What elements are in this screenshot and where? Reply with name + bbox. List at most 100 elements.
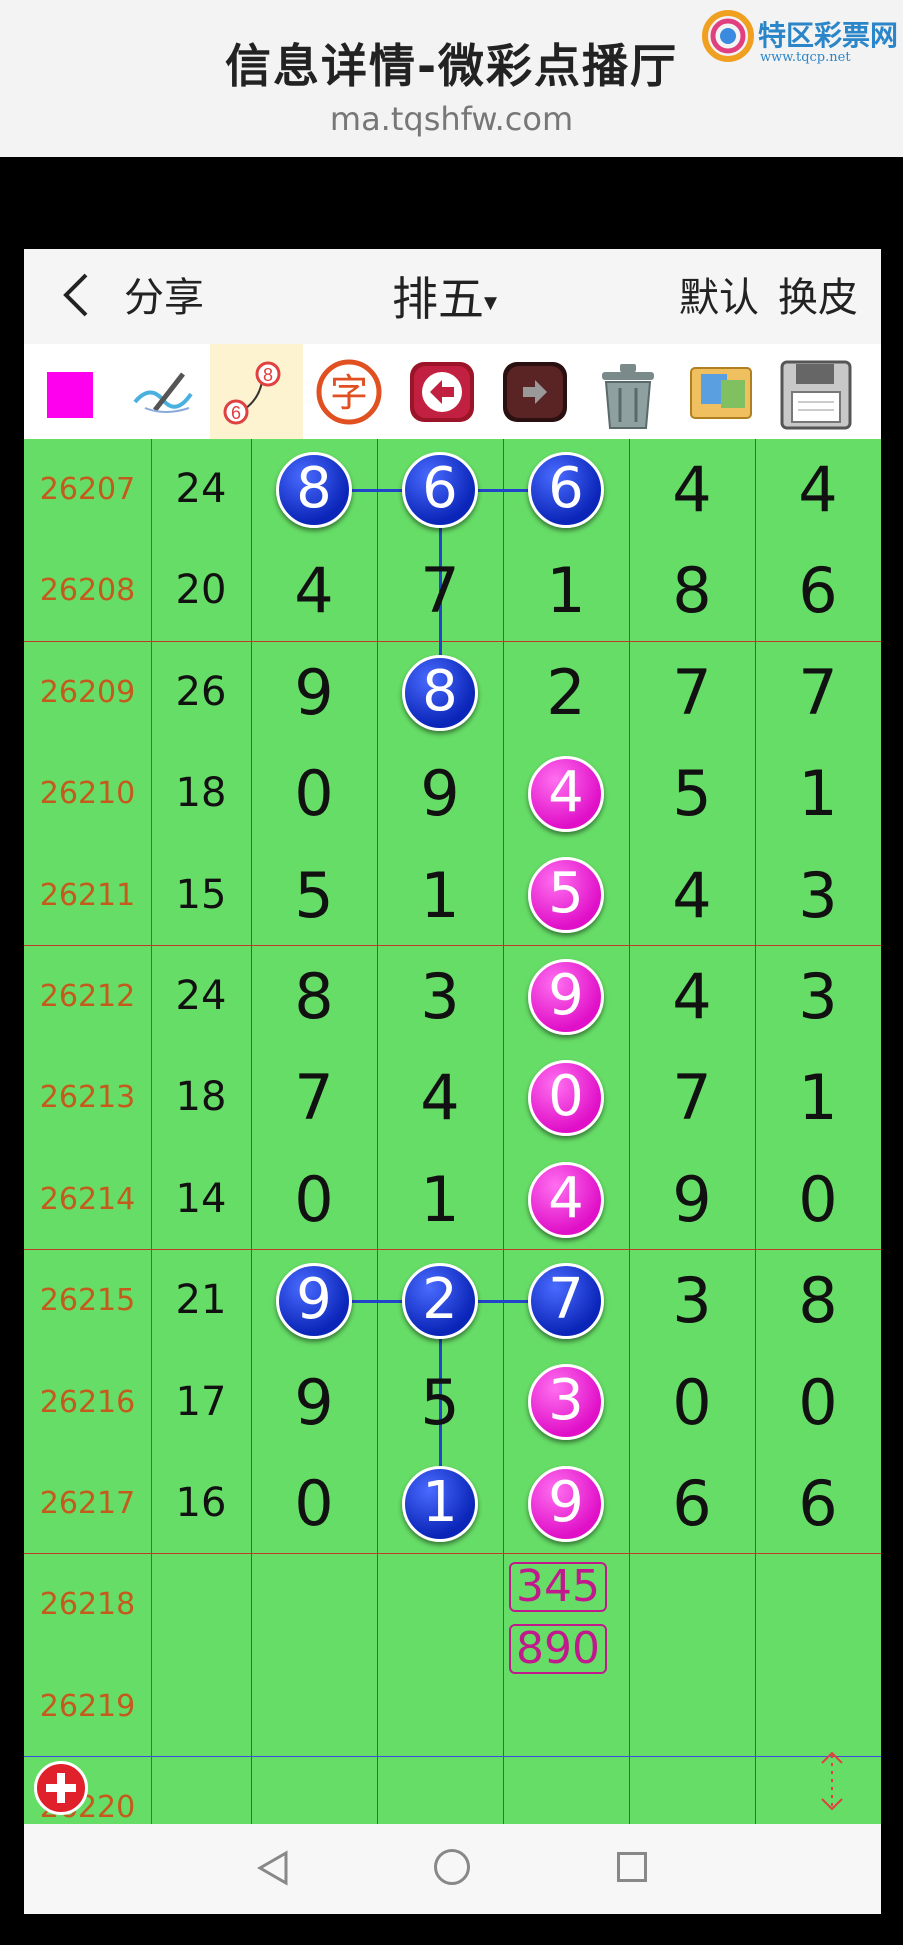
digit-cell[interactable]: 4	[629, 946, 755, 1047]
digit-cell[interactable]: 0	[251, 743, 377, 844]
digit-cell[interactable]: 7	[377, 540, 503, 641]
digit-cell[interactable]: 0	[755, 1149, 881, 1250]
sum-value: 26	[175, 668, 227, 715]
issue-number: 26209	[39, 674, 136, 710]
digit-cell[interactable]: 8	[755, 1250, 881, 1351]
digit-cell[interactable]: 1	[755, 1047, 881, 1148]
digit-cell[interactable]: 7	[629, 642, 755, 743]
issue-number: 26217	[39, 1486, 136, 1521]
marked-digit-ball[interactable]: 4	[528, 755, 604, 832]
digit-cell[interactable]: 5	[251, 845, 377, 946]
link-icon-label-8: 8	[263, 365, 273, 385]
digit-cell[interactable]: 0	[251, 1149, 377, 1250]
marked-digit-ball[interactable]: 1	[402, 1465, 478, 1542]
issue-number: 26212	[39, 979, 136, 1014]
sum-value: 18	[175, 1074, 227, 1121]
digit-cell[interactable]: 7	[629, 1047, 755, 1148]
chevron-left-icon[interactable]	[54, 267, 98, 323]
digit-cell[interactable]: 9	[377, 743, 503, 844]
digit-cell[interactable]: 5	[629, 743, 755, 844]
digit-cell[interactable]: 0	[629, 1352, 755, 1453]
save-button[interactable]	[768, 344, 861, 439]
digit-cell[interactable]: 6	[755, 1453, 881, 1554]
issue-number: 26219	[39, 1688, 136, 1724]
digit-cell[interactable]: 4	[629, 845, 755, 946]
digit-cell[interactable]: 7	[755, 642, 881, 743]
marked-digit-ball[interactable]: 8	[402, 654, 478, 731]
digit-cell[interactable]: 7	[251, 1047, 377, 1148]
marked-digit-ball[interactable]: 9	[528, 958, 604, 1035]
issue-number: 26210	[39, 776, 136, 812]
color-swatch-button[interactable]	[24, 344, 117, 439]
lottery-type-dropdown[interactable]: 排五▾	[392, 263, 497, 329]
digit-cell[interactable]: 1	[377, 1149, 503, 1250]
link-tool-button[interactable]: 8 6	[210, 344, 303, 439]
circle-home-icon[interactable]	[434, 1849, 470, 1885]
brand-swirl-icon	[702, 10, 754, 62]
resize-vertical-icon[interactable]	[814, 1749, 850, 1813]
digit-cell[interactable]: 8	[251, 946, 377, 1047]
marked-digit-ball[interactable]: 6	[402, 451, 478, 528]
digit-cell[interactable]: 6	[755, 540, 881, 641]
digit-cell[interactable]: 3	[629, 1250, 755, 1351]
change-skin-button[interactable]: 换皮	[778, 265, 858, 323]
square-recent-icon[interactable]	[617, 1852, 647, 1882]
marked-digit-ball[interactable]: 0	[528, 1060, 604, 1137]
digit-cell[interactable]: 3	[755, 845, 881, 946]
digit-cell[interactable]: 9	[251, 642, 377, 743]
prediction-box[interactable]: 345	[509, 1562, 607, 1613]
redo-button[interactable]	[489, 344, 582, 439]
page-url[interactable]: ma.tqshfw.com	[0, 100, 903, 138]
digit-cell[interactable]: 5	[377, 1352, 503, 1453]
digit-cell[interactable]: 0	[755, 1352, 881, 1453]
digit-cell[interactable]: 1	[503, 540, 629, 641]
brand-logo: 特区彩票网 www.tqcp.net	[702, 10, 898, 66]
digit-cell[interactable]: 6	[629, 1453, 755, 1554]
marked-digit-ball[interactable]: 6	[528, 451, 604, 528]
text-tool-button[interactable]: 字	[303, 344, 396, 439]
digit-cell[interactable]: 9	[251, 1352, 377, 1453]
lottery-trend-grid[interactable]: 26207 24 8 6 6 4 4 26208 20 4 7 1 8 6 26209 26 9 8 2 7 7 2621…	[24, 439, 881, 1824]
marked-digit-ball[interactable]: 8	[276, 451, 352, 528]
marked-digit-ball[interactable]: 7	[528, 1262, 604, 1339]
digit-cell[interactable]: 8	[629, 540, 755, 641]
app-screen: 分享 排五▾ 默认 换皮 8 6 字 26207 24 8 6 6 4 4 26…	[24, 249, 881, 1914]
digit-cell[interactable]: 3	[377, 946, 503, 1047]
marked-digit-ball[interactable]: 2	[402, 1262, 478, 1339]
marked-digit-ball[interactable]: 3	[528, 1364, 604, 1441]
marked-digit-ball[interactable]: 9	[276, 1262, 352, 1339]
sum-value: 21	[175, 1277, 227, 1324]
default-button[interactable]: 默认	[679, 265, 759, 323]
app-navbar: 分享 排五▾ 默认 换皮	[24, 249, 881, 344]
digit-cell[interactable]: 4	[377, 1047, 503, 1148]
digit-cell[interactable]: 4	[755, 439, 881, 540]
pen-tool-button[interactable]	[117, 344, 210, 439]
digit-cell[interactable]: 1	[377, 845, 503, 946]
gallery-button[interactable]	[675, 344, 768, 439]
issue-number: 26211	[39, 877, 136, 913]
triangle-back-icon[interactable]	[256, 1850, 290, 1886]
issue-number: 26208	[39, 573, 136, 609]
digit-cell[interactable]: 4	[251, 540, 377, 641]
clear-button[interactable]	[582, 344, 675, 439]
undo-button[interactable]	[396, 344, 489, 439]
grid-row-divider	[24, 1756, 881, 1758]
digit-cell[interactable]: 4	[629, 439, 755, 540]
digit-cell[interactable]: 2	[503, 642, 629, 743]
drawing-toolbar: 8 6 字	[24, 344, 881, 439]
marked-digit-ball[interactable]: 4	[528, 1161, 604, 1238]
digit-cell[interactable]: 3	[755, 946, 881, 1047]
digit-cell[interactable]: 0	[251, 1453, 377, 1554]
issue-number: 26213	[39, 1080, 136, 1116]
add-button[interactable]	[34, 1761, 88, 1815]
marked-digit-ball[interactable]: 9	[528, 1465, 604, 1542]
share-button[interactable]: 分享	[124, 265, 204, 323]
sum-value: 24	[175, 973, 227, 1019]
plus-icon	[46, 1773, 76, 1803]
sum-value: 18	[175, 770, 227, 817]
prediction-box[interactable]: 890	[509, 1624, 607, 1675]
sum-value: 16	[175, 1480, 227, 1526]
digit-cell[interactable]: 1	[755, 743, 881, 844]
digit-cell[interactable]: 9	[629, 1149, 755, 1250]
marked-digit-ball[interactable]: 5	[528, 857, 604, 934]
